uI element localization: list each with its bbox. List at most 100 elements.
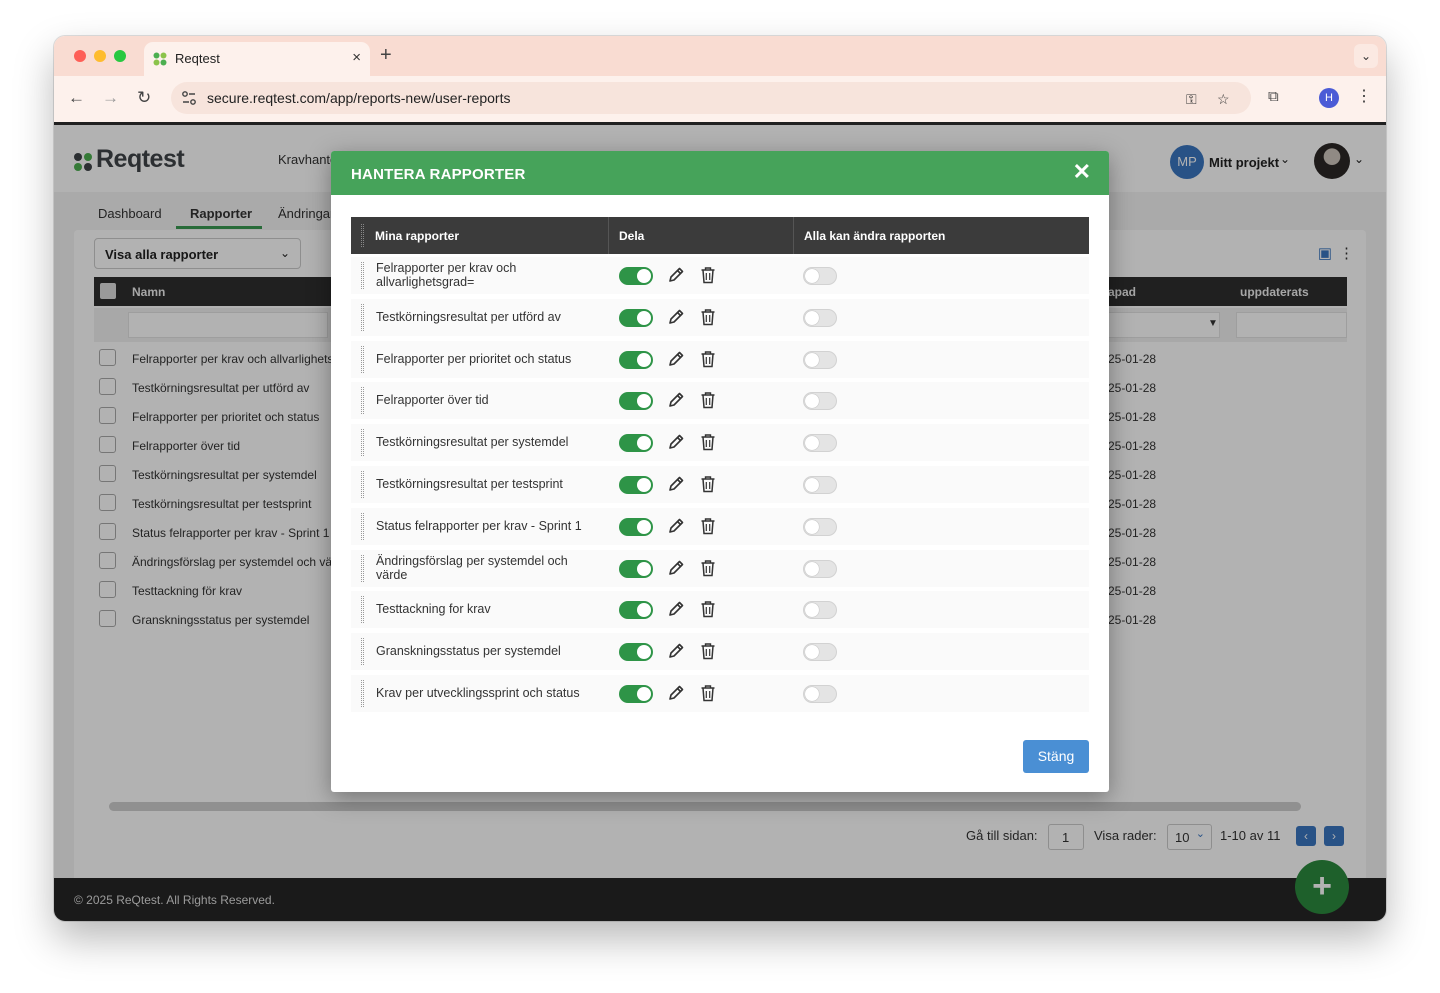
- report-row: Granskningsstatus per systemdel: [351, 633, 1089, 671]
- report-row: Testtackning for krav: [351, 591, 1089, 629]
- report-name: Granskningsstatus per systemdel: [376, 644, 561, 659]
- browser-profile-avatar[interactable]: H: [1319, 88, 1339, 108]
- all-can-edit-toggle[interactable]: [803, 643, 837, 662]
- edit-pencil-icon[interactable]: [667, 475, 685, 493]
- share-toggle[interactable]: [619, 476, 653, 494]
- new-tab-button[interactable]: +: [380, 44, 392, 67]
- drag-handle-icon[interactable]: [361, 387, 364, 415]
- modal-table-header: Mina rapporter Dela Alla kan ändra rappo…: [351, 217, 1089, 254]
- share-toggle[interactable]: [619, 643, 653, 662]
- drag-handle-icon[interactable]: [361, 303, 364, 331]
- edit-pencil-icon[interactable]: [667, 391, 685, 409]
- reload-icon[interactable]: ↻: [137, 88, 151, 108]
- back-arrow-icon[interactable]: ←: [68, 88, 85, 108]
- share-toggle[interactable]: [619, 685, 653, 703]
- modal-title: HANTERA RAPPORTER: [351, 166, 526, 183]
- edit-pencil-icon[interactable]: [667, 517, 685, 535]
- drag-handle-icon[interactable]: [361, 512, 364, 540]
- delete-trash-icon[interactable]: [700, 308, 716, 326]
- edit-pencil-icon[interactable]: [667, 642, 685, 660]
- drag-handle-icon[interactable]: [361, 345, 364, 373]
- edit-pencil-icon[interactable]: [667, 684, 685, 702]
- all-can-edit-toggle[interactable]: [803, 267, 837, 285]
- maximize-window-button[interactable]: [114, 50, 126, 62]
- minimize-window-button[interactable]: [94, 50, 106, 62]
- edit-pencil-icon[interactable]: [667, 600, 685, 618]
- share-toggle[interactable]: [619, 517, 653, 536]
- report-name: Status felrapporter per krav - Sprint 1: [376, 518, 582, 533]
- column-separator: [793, 217, 794, 254]
- drag-handle-icon[interactable]: [361, 429, 364, 457]
- tab-close-icon[interactable]: ×: [352, 49, 361, 66]
- all-can-edit-toggle[interactable]: [803, 517, 837, 536]
- all-can-edit-toggle[interactable]: [803, 350, 837, 369]
- report-name: Testtackning for krav: [376, 602, 491, 617]
- forward-arrow-icon[interactable]: →: [102, 88, 119, 108]
- delete-trash-icon[interactable]: [700, 475, 716, 493]
- share-toggle[interactable]: [619, 601, 653, 620]
- drag-handle-icon[interactable]: [361, 596, 364, 624]
- delete-trash-icon[interactable]: [700, 642, 716, 660]
- report-row: Testkörningsresultat per testsprint: [351, 466, 1089, 503]
- delete-trash-icon[interactable]: [700, 350, 716, 368]
- tab-strip: Reqtest × + ⌄: [54, 36, 1386, 76]
- share-toggle[interactable]: [619, 559, 653, 578]
- delete-trash-icon[interactable]: [700, 433, 716, 451]
- password-key-icon[interactable]: ⚿: [1186, 91, 1197, 108]
- report-name: Felrapporter per krav och allvarlighetsg…: [376, 261, 517, 289]
- edit-pencil-icon[interactable]: [667, 559, 685, 577]
- report-name: Testkörningsresultat per testsprint: [376, 477, 563, 491]
- share-toggle[interactable]: [619, 350, 653, 369]
- edit-pencil-icon[interactable]: [667, 433, 685, 451]
- edit-pencil-icon[interactable]: [667, 350, 685, 368]
- address-bar[interactable]: secure.reqtest.com/app/reports-new/user-…: [171, 82, 1251, 114]
- site-settings-icon[interactable]: [181, 90, 197, 106]
- report-row: Felrapporter per krav och allvarlighetsg…: [351, 257, 1089, 294]
- all-can-edit-toggle[interactable]: [803, 685, 837, 703]
- delete-trash-icon[interactable]: [700, 517, 716, 535]
- browser-menu-icon[interactable]: ⋮: [1356, 86, 1372, 106]
- reqtest-favicon-icon: [153, 52, 167, 66]
- manage-reports-modal: HANTERA RAPPORTER ✕ Mina rapporter Dela …: [331, 151, 1109, 792]
- report-name: Felrapporter per prioritet och status: [376, 351, 572, 366]
- drag-handle-icon[interactable]: [361, 471, 364, 498]
- drag-handle-icon[interactable]: [361, 680, 364, 707]
- drag-handle-icon: [361, 224, 364, 247]
- delete-trash-icon[interactable]: [700, 559, 716, 577]
- drag-handle-icon[interactable]: [361, 638, 364, 666]
- browser-tab-reqtest[interactable]: Reqtest ×: [144, 42, 370, 76]
- tab-title: Reqtest: [175, 51, 220, 66]
- share-toggle[interactable]: [619, 267, 653, 285]
- header-all-can-edit: Alla kan ändra rapporten: [804, 229, 946, 243]
- modal-close-icon[interactable]: ✕: [1073, 161, 1091, 183]
- bookmark-star-icon[interactable]: ☆: [1217, 91, 1230, 108]
- all-can-edit-toggle[interactable]: [803, 434, 837, 453]
- all-can-edit-toggle[interactable]: [803, 601, 837, 620]
- share-toggle[interactable]: [619, 392, 653, 411]
- report-row: Felrapporter per prioritet och status: [351, 340, 1089, 378]
- edit-pencil-icon[interactable]: [667, 266, 685, 284]
- delete-trash-icon[interactable]: [700, 600, 716, 618]
- all-can-edit-toggle[interactable]: [803, 308, 837, 327]
- all-can-edit-toggle[interactable]: [803, 476, 837, 494]
- drag-handle-icon[interactable]: [361, 262, 364, 289]
- all-can-edit-toggle[interactable]: [803, 559, 837, 578]
- tab-search-chevron-icon[interactable]: ⌄: [1354, 44, 1378, 68]
- drag-handle-icon[interactable]: [361, 554, 364, 582]
- extensions-puzzle-icon[interactable]: ⧉: [1268, 88, 1279, 105]
- all-can-edit-toggle[interactable]: [803, 392, 837, 411]
- report-row: Status felrapporter per krav - Sprint 1: [351, 507, 1089, 545]
- close-button[interactable]: Stäng: [1023, 740, 1089, 773]
- edit-pencil-icon[interactable]: [667, 308, 685, 326]
- report-row: Testkörningsresultat per utförd av: [351, 298, 1089, 336]
- url-text[interactable]: secure.reqtest.com/app/reports-new/user-…: [207, 90, 510, 106]
- share-toggle[interactable]: [619, 434, 653, 453]
- column-separator: [608, 217, 609, 254]
- delete-trash-icon[interactable]: [700, 684, 716, 702]
- delete-trash-icon[interactable]: [700, 391, 716, 409]
- share-toggle[interactable]: [619, 308, 653, 327]
- close-window-button[interactable]: [74, 50, 86, 62]
- report-name: Krav per utvecklingssprint och status: [376, 686, 580, 700]
- report-name: Ändringsförslag per systemdel och värde: [376, 553, 568, 582]
- delete-trash-icon[interactable]: [700, 266, 716, 284]
